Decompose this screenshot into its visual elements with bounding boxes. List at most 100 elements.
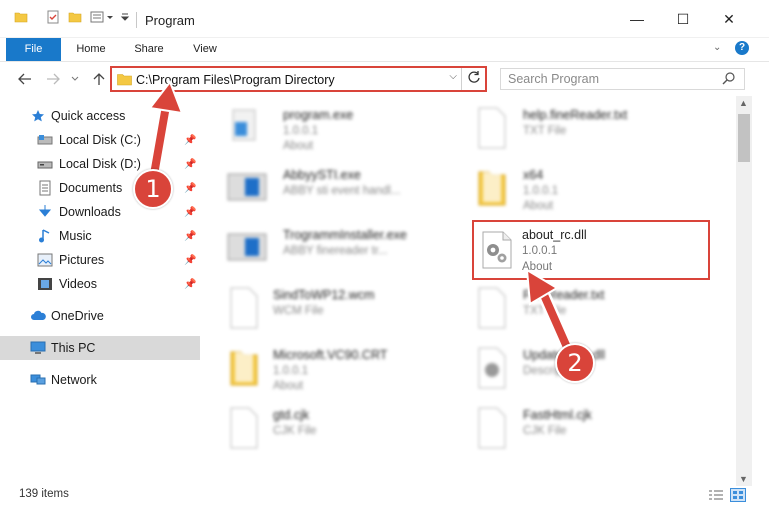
title-bar: Program — ☐ ✕ bbox=[0, 0, 769, 38]
list-item[interactable]: x64 1.0.0.1 About bbox=[475, 160, 715, 220]
pin-icon[interactable]: 📌 bbox=[184, 231, 196, 242]
text-file-icon bbox=[475, 286, 515, 330]
details-view-icon[interactable] bbox=[708, 488, 724, 505]
step-badge-1: 1 bbox=[133, 169, 173, 209]
file-detail: 1.0.0.1 bbox=[283, 125, 319, 137]
file-icon bbox=[475, 406, 515, 450]
search-placeholder: Search Program bbox=[508, 72, 600, 86]
list-item[interactable]: gtd.cjk CJK File bbox=[227, 400, 467, 460]
cloud-icon bbox=[30, 308, 46, 324]
tab-view[interactable]: View bbox=[182, 38, 228, 61]
ribbon-tabs: File Home Share View ⌄ ? bbox=[0, 38, 769, 62]
recent-locations-icon[interactable] bbox=[64, 68, 86, 90]
sidebar-item-label: Quick access bbox=[51, 109, 126, 123]
pin-icon[interactable]: 📌 bbox=[184, 279, 196, 290]
list-item[interactable]: UpdateSt19.dll Description bbox=[475, 340, 715, 400]
sidebar-item-pictures[interactable]: Pictures 📌 bbox=[0, 248, 200, 272]
sidebar-item-label: Documents bbox=[59, 181, 123, 195]
sidebar-item-local-disk-c[interactable]: Local Disk (C:) 📌 bbox=[0, 128, 200, 152]
exe-icon bbox=[227, 166, 267, 210]
sidebar-item-this-pc[interactable]: This PC bbox=[0, 336, 200, 360]
pictures-icon bbox=[37, 252, 53, 268]
list-item[interactable]: SindToWP12.wcm WCM File bbox=[227, 280, 467, 340]
sidebar-item-quick-access[interactable]: Quick access bbox=[0, 104, 200, 128]
sidebar-item-network[interactable]: Network bbox=[0, 368, 200, 392]
dropdown-icon[interactable] bbox=[120, 10, 130, 24]
pin-icon[interactable]: 📌 bbox=[184, 207, 196, 218]
sidebar-item-downloads[interactable]: Downloads 📌 bbox=[0, 200, 200, 224]
pin-icon[interactable]: 📌 bbox=[184, 183, 196, 194]
pin-icon[interactable]: 📌 bbox=[184, 255, 196, 266]
scroll-up-icon[interactable]: ▲ bbox=[739, 98, 748, 108]
customize-quick-access-icon[interactable] bbox=[90, 10, 116, 24]
scroll-down-icon[interactable]: ▼ bbox=[739, 474, 748, 484]
sidebar-item-videos[interactable]: Videos 📌 bbox=[0, 272, 200, 296]
file-detail: WCM File bbox=[273, 305, 324, 317]
music-icon bbox=[37, 228, 53, 244]
sidebar-item-music[interactable]: Music 📌 bbox=[0, 224, 200, 248]
file-version: 1.0.0.1 bbox=[522, 245, 558, 257]
scrollbar-thumb[interactable] bbox=[738, 114, 750, 162]
maximize-button[interactable]: ☐ bbox=[660, 0, 706, 38]
vertical-scrollbar[interactable]: ▲ ▼ bbox=[736, 96, 752, 486]
dll-gear-icon bbox=[480, 230, 514, 273]
download-icon bbox=[37, 204, 53, 220]
back-arrow-icon[interactable] bbox=[14, 68, 36, 90]
address-bar[interactable]: C:\Program Files\Program Directory ⌵ bbox=[110, 66, 487, 92]
address-path: C:\Program Files\Program Directory bbox=[136, 73, 335, 87]
folder-icon bbox=[475, 166, 515, 210]
list-item[interactable]: FastHtml.cjk CJK File bbox=[475, 400, 715, 460]
new-folder-icon[interactable] bbox=[68, 10, 82, 24]
large-icons-view-icon[interactable] bbox=[730, 488, 746, 505]
navigation-bar: C:\Program Files\Program Directory ⌵ Sea… bbox=[0, 62, 769, 94]
search-icon bbox=[722, 71, 736, 88]
tab-share[interactable]: Share bbox=[126, 38, 172, 61]
folder-icon bbox=[117, 73, 132, 89]
pin-icon[interactable]: 📌 bbox=[184, 135, 196, 146]
file-detail: CJK File bbox=[273, 425, 317, 437]
list-item[interactable]: AbbyySTI.exe ABBY sti event handl... bbox=[227, 160, 467, 220]
list-item[interactable]: Microsoft.VC90.CRT 1.0.0.1 About bbox=[227, 340, 467, 400]
sidebar-item-onedrive[interactable]: OneDrive bbox=[0, 304, 200, 328]
dll-icon bbox=[475, 346, 515, 390]
exe-icon bbox=[227, 226, 267, 270]
file-detail: 1.0.0.1 bbox=[523, 185, 559, 197]
minimize-button[interactable]: — bbox=[614, 0, 660, 38]
help-icon[interactable]: ? bbox=[735, 41, 749, 55]
address-dropdown-icon[interactable]: ⌵ bbox=[449, 71, 457, 82]
file-detail: CJK File bbox=[523, 425, 567, 437]
tab-file[interactable]: File bbox=[6, 38, 61, 61]
list-item[interactable]: FineReader.txt TXT File bbox=[475, 280, 715, 340]
list-item[interactable]: help.fineReader.txt TXT File bbox=[475, 100, 715, 160]
tab-home[interactable]: Home bbox=[68, 38, 114, 61]
drive-icon bbox=[37, 156, 53, 172]
address-separator bbox=[461, 68, 462, 90]
file-list: program.exe 1.0.0.1 About AbbyySTI.exe A… bbox=[205, 96, 735, 486]
file-detail: 1.0.0.1 bbox=[273, 365, 309, 377]
file-name: TrogrammInstaller.exe bbox=[283, 228, 407, 242]
expand-ribbon-icon[interactable]: ⌄ bbox=[713, 42, 721, 53]
refresh-icon[interactable] bbox=[467, 70, 481, 87]
up-arrow-icon[interactable] bbox=[88, 68, 110, 90]
file-detail: About bbox=[273, 380, 304, 392]
forward-arrow-icon[interactable] bbox=[42, 68, 64, 90]
folder-icon bbox=[14, 10, 28, 24]
file-name: help.fineReader.txt bbox=[523, 108, 628, 122]
list-item[interactable]: TrogrammInstaller.exe ABBY finereader tr… bbox=[227, 220, 467, 280]
list-item[interactable]: program.exe 1.0.0.1 About bbox=[227, 100, 467, 160]
highlighted-file-about-rc-dll[interactable]: about_rc.dll 1.0.0.1 About bbox=[472, 220, 710, 280]
file-name: SindToWP12.wcm bbox=[273, 288, 375, 302]
sidebar-item-local-disk-d[interactable]: Local Disk (D:) 📌 bbox=[0, 152, 200, 176]
network-icon bbox=[30, 372, 46, 388]
file-name: FineReader.txt bbox=[523, 288, 605, 302]
file-name: x64 bbox=[523, 168, 544, 182]
properties-icon[interactable] bbox=[46, 10, 60, 24]
pin-icon[interactable]: 📌 bbox=[184, 159, 196, 170]
file-name: about_rc.dll bbox=[522, 228, 587, 242]
file-name: AbbyySTI.exe bbox=[283, 168, 361, 182]
search-input[interactable]: Search Program bbox=[500, 68, 745, 90]
close-button[interactable]: ✕ bbox=[706, 0, 752, 38]
file-name: program.exe bbox=[283, 108, 354, 122]
file-detail: TXT File bbox=[523, 125, 567, 137]
navigation-pane: Quick access Local Disk (C:) 📌 Local Dis… bbox=[0, 96, 200, 486]
